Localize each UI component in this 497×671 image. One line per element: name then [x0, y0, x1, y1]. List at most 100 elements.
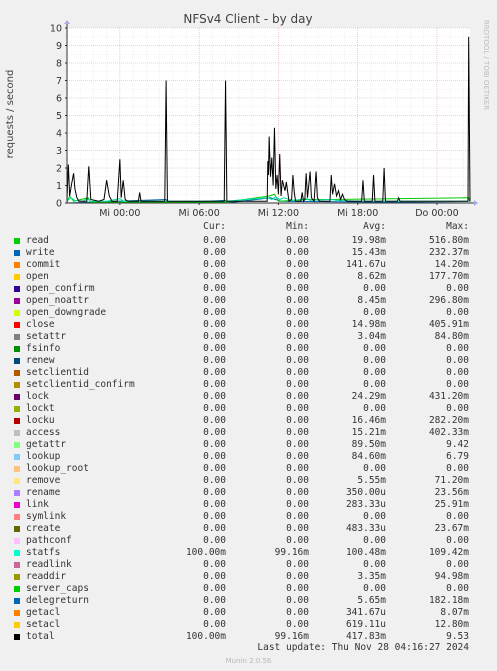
- legend-row-close: close 0.00 0.00 14.98m 405.91m: [0, 319, 497, 331]
- x-tick-label: Do 00:00: [415, 208, 459, 219]
- legend-min: 0.00: [286, 499, 309, 510]
- legend-cur: 0.00: [203, 571, 226, 582]
- legend-avg: 341.67u: [345, 607, 386, 618]
- legend-swatch: [14, 286, 20, 292]
- legend-max: 23.67m: [434, 523, 469, 534]
- legend-avg: 16.46m: [351, 415, 386, 426]
- legend-swatch: [14, 466, 20, 472]
- legend-row-lockt: lockt 0.00 0.00 0.00 0.00: [0, 403, 497, 415]
- legend-max: 14.20m: [434, 259, 469, 270]
- legend-max: 0.00: [446, 379, 469, 390]
- legend-name: fsinfo: [26, 343, 61, 354]
- legend-max: 84.80m: [434, 331, 469, 342]
- legend-max: 405.91m: [428, 319, 469, 330]
- legend-cur: 0.00: [203, 535, 226, 546]
- legend-max: 109.42m: [428, 547, 469, 558]
- legend-swatch: [14, 310, 20, 316]
- legend-min: 0.00: [286, 331, 309, 342]
- legend-header-avg: Avg:: [363, 221, 386, 232]
- legend-min: 0.00: [286, 439, 309, 450]
- legend-swatch: [14, 238, 20, 244]
- legend-max: 23.56m: [434, 487, 469, 498]
- legend-row-lock: lock 0.00 0.00 24.29m 431.20m: [0, 391, 497, 403]
- legend-cur: 0.00: [203, 475, 226, 486]
- legend-min: 0.00: [286, 511, 309, 522]
- y-tick-label: 10: [50, 24, 62, 35]
- legend-row-open_confirm: open_confirm 0.00 0.00 0.00 0.00: [0, 283, 497, 295]
- legend-row-pathconf: pathconf 0.00 0.00 0.00 0.00: [0, 535, 497, 547]
- legend-avg: 0.00: [363, 355, 386, 366]
- legend-name: readlink: [26, 559, 72, 570]
- legend-name: setacl: [26, 619, 61, 630]
- legend-cur: 0.00: [203, 283, 226, 294]
- y-tick-label: 9: [56, 41, 62, 52]
- legend-row-remove: remove 0.00 0.00 5.55m 71.20m: [0, 475, 497, 487]
- legend-min: 0.00: [286, 571, 309, 582]
- legend-max: 6.79: [446, 451, 469, 462]
- chart-svg: NFSv4 Client - by day requests / second …: [0, 0, 497, 221]
- legend-name: getacl: [26, 607, 61, 618]
- legend-row-readdir: readdir 0.00 0.00 3.35m 94.98m: [0, 571, 497, 583]
- legend-swatch: [14, 274, 20, 280]
- legend-name: symlink: [26, 511, 67, 522]
- legend-avg: 0.00: [363, 283, 386, 294]
- legend-name: lockt: [26, 403, 55, 414]
- legend-swatch: [14, 346, 20, 352]
- legend-min: 0.00: [286, 487, 309, 498]
- legend-name: server_caps: [26, 583, 89, 594]
- legend-row-readlink: readlink 0.00 0.00 0.00 0.00: [0, 559, 497, 571]
- legend-swatch: [14, 634, 20, 640]
- x-tick-label: Mi 06:00: [179, 208, 220, 219]
- legend-name: open_confirm: [26, 283, 95, 294]
- y-tick-label: 0: [56, 199, 62, 210]
- legend-min: 0.00: [286, 463, 309, 474]
- legend-cur: 0.00: [203, 439, 226, 450]
- legend-row-read: read 0.00 0.00 19.98m 516.80m: [0, 235, 497, 247]
- legend-avg: 89.50m: [351, 439, 386, 450]
- legend-cur: 0.00: [203, 367, 226, 378]
- legend-min: 0.00: [286, 391, 309, 402]
- legend-cur: 0.00: [203, 595, 226, 606]
- legend-max: 0.00: [446, 367, 469, 378]
- legend-cur: 0.00: [203, 259, 226, 270]
- legend-cur: 0.00: [203, 451, 226, 462]
- legend-name: lock: [26, 391, 49, 402]
- legend-avg: 0.00: [363, 535, 386, 546]
- last-update: Last update: Thu Nov 28 04:16:27 2024: [257, 642, 469, 653]
- legend-name: setclientid: [26, 367, 89, 378]
- legend-name: locku: [26, 415, 55, 426]
- legend-swatch: [14, 526, 20, 532]
- legend-cur: 0.00: [203, 271, 226, 282]
- legend-row-delegreturn: delegreturn 0.00 0.00 5.65m 182.18m: [0, 595, 497, 607]
- legend-avg: 0.00: [363, 559, 386, 570]
- legend-min: 0.00: [286, 343, 309, 354]
- legend-avg: 3.04m: [357, 331, 386, 342]
- y-axis-label: requests / second: [5, 70, 16, 159]
- legend-swatch: [14, 322, 20, 328]
- legend-row-open: open 0.00 0.00 8.62m 177.70m: [0, 271, 497, 283]
- legend-min: 0.00: [286, 475, 309, 486]
- legend-cur: 100.00m: [185, 631, 226, 642]
- legend-name: getattr: [26, 439, 67, 450]
- y-tick-label: 7: [56, 76, 62, 87]
- legend-min: 0.00: [286, 559, 309, 570]
- legend-min: 0.00: [286, 271, 309, 282]
- legend-max: 0.00: [446, 307, 469, 318]
- legend-min: 0.00: [286, 259, 309, 270]
- y-tick-label: 1: [56, 181, 62, 192]
- legend-swatch: [14, 394, 20, 400]
- legend-cur: 0.00: [203, 427, 226, 438]
- y-tick-label: 2: [56, 164, 62, 175]
- legend-row-create: create 0.00 0.00 483.33u 23.67m: [0, 523, 497, 535]
- legend-avg: 0.00: [363, 511, 386, 522]
- legend-name: renew: [26, 355, 55, 366]
- legend-avg: 5.55m: [357, 475, 386, 486]
- legend-max: 94.98m: [434, 571, 469, 582]
- legend-swatch: [14, 586, 20, 592]
- legend-max: 0.00: [446, 355, 469, 366]
- legend-swatch: [14, 598, 20, 604]
- legend-swatch: [14, 622, 20, 628]
- legend-avg: 24.29m: [351, 391, 386, 402]
- munin-version: Munin 2.0.56: [225, 657, 272, 665]
- legend-cur: 0.00: [203, 235, 226, 246]
